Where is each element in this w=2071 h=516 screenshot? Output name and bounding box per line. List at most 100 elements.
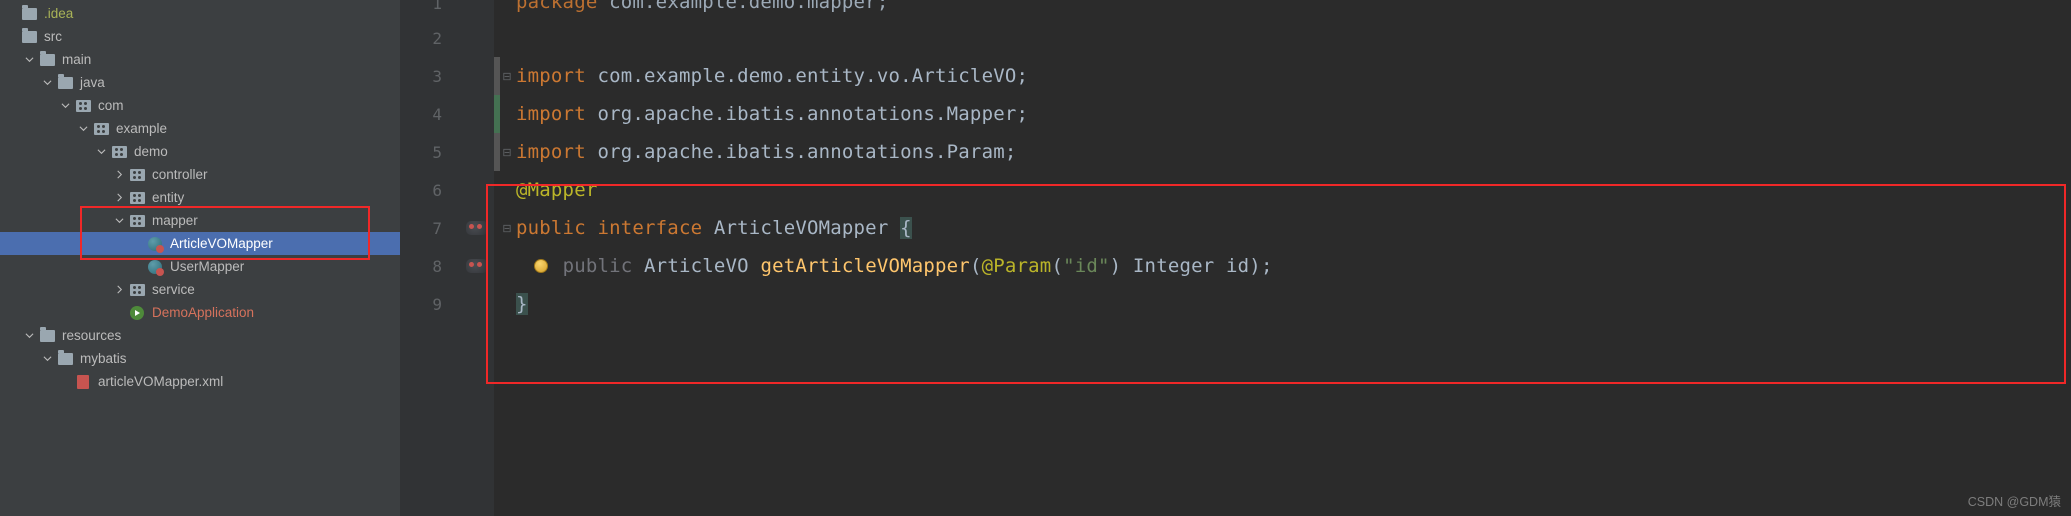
code-editor[interactable]: 123456789 ⊟ ⊟ ⊟ package com.example.demo.m… bbox=[400, 0, 2071, 516]
arrow-spacer bbox=[114, 308, 124, 318]
chevron-down-icon[interactable] bbox=[42, 78, 52, 88]
tree-item-demo[interactable]: demo bbox=[0, 140, 400, 163]
code-line[interactable]: public interface ArticleVOMapper { bbox=[514, 209, 2071, 247]
run-class-icon bbox=[128, 304, 146, 322]
tree-item-label: main bbox=[62, 52, 91, 67]
tree-item-articlevomapper-xml[interactable]: articleVOMapper.xml bbox=[0, 370, 400, 393]
tree-item-mybatis[interactable]: mybatis bbox=[0, 347, 400, 370]
code-token: @Param bbox=[982, 255, 1052, 277]
tree-item-usermapper[interactable]: UserMapper bbox=[0, 255, 400, 278]
code-token: import bbox=[516, 103, 597, 125]
tree-item-label: service bbox=[152, 282, 195, 297]
tree-item-label: demo bbox=[134, 144, 168, 159]
fold-toggle bbox=[500, 0, 514, 19]
tree-item--idea[interactable]: .idea bbox=[0, 2, 400, 25]
line-number: 7 bbox=[400, 209, 460, 247]
chevron-down-icon[interactable] bbox=[96, 147, 106, 157]
tree-item-label: mapper bbox=[152, 213, 198, 228]
code-token: import bbox=[516, 65, 597, 87]
tree-item-label: .idea bbox=[44, 6, 73, 21]
chevron-down-icon[interactable] bbox=[24, 331, 34, 341]
code-line[interactable]: } bbox=[514, 285, 2071, 323]
tree-item-label: mybatis bbox=[80, 351, 127, 366]
fold-toggle bbox=[500, 247, 514, 285]
code-line[interactable]: import org.apache.ibatis.annotations.Map… bbox=[514, 95, 2071, 133]
chevron-right-icon[interactable] bbox=[114, 170, 124, 180]
code-token: org.apache.ibatis.annotations.Mapper bbox=[597, 103, 1016, 125]
folder-icon bbox=[38, 51, 56, 69]
fold-gutter[interactable]: ⊟ ⊟ ⊟ bbox=[500, 0, 514, 516]
line-number: 4 bbox=[400, 95, 460, 133]
package-icon bbox=[92, 120, 110, 138]
code-line[interactable]: package com.example.demo.mapper; bbox=[514, 0, 2071, 19]
chevron-down-icon[interactable] bbox=[60, 101, 70, 111]
line-number-gutter: 123456789 bbox=[400, 0, 460, 516]
arrow-spacer bbox=[60, 377, 70, 387]
chevron-down-icon[interactable] bbox=[42, 354, 52, 364]
fold-toggle bbox=[500, 19, 514, 57]
code-line[interactable] bbox=[514, 19, 2071, 57]
folder-icon bbox=[56, 74, 74, 92]
arrow-spacer bbox=[132, 262, 142, 272]
code-line[interactable]: public ArticleVO getArticleVOMapper(@Par… bbox=[514, 247, 2071, 285]
code-token: ArticleVO bbox=[644, 255, 760, 277]
tree-item-label: com bbox=[98, 98, 124, 113]
tree-item-demoapplication[interactable]: DemoApplication bbox=[0, 301, 400, 324]
code-token: ( bbox=[1051, 255, 1063, 277]
tree-item-label: DemoApplication bbox=[152, 305, 254, 320]
line-number: 9 bbox=[400, 285, 460, 323]
tree-item-entity[interactable]: entity bbox=[0, 186, 400, 209]
code-token: ( bbox=[970, 255, 982, 277]
tree-item-label: ArticleVOMapper bbox=[170, 236, 273, 251]
folder-icon bbox=[56, 350, 74, 368]
line-number: 8 bbox=[400, 247, 460, 285]
tree-item-label: entity bbox=[152, 190, 184, 205]
chevron-right-icon[interactable] bbox=[114, 285, 124, 295]
tree-item-com[interactable]: com bbox=[0, 94, 400, 117]
intention-bulb-icon[interactable] bbox=[534, 259, 548, 273]
code-token: import bbox=[516, 141, 597, 163]
tree-item-service[interactable]: service bbox=[0, 278, 400, 301]
chevron-down-icon[interactable] bbox=[78, 124, 88, 134]
line-number: 5 bbox=[400, 133, 460, 171]
fold-toggle[interactable]: ⊟ bbox=[500, 209, 514, 247]
code-line[interactable]: @Mapper bbox=[514, 171, 2071, 209]
code-token: ; bbox=[1017, 65, 1029, 87]
tree-item-label: controller bbox=[152, 167, 208, 182]
chevron-down-icon[interactable] bbox=[24, 55, 34, 65]
code-token: ; bbox=[1017, 103, 1029, 125]
code-token: } bbox=[516, 293, 528, 315]
tree-item-main[interactable]: main bbox=[0, 48, 400, 71]
line-number: 6 bbox=[400, 171, 460, 209]
code-line[interactable]: import com.example.demo.entity.vo.Articl… bbox=[514, 57, 2071, 95]
tree-item-java[interactable]: java bbox=[0, 71, 400, 94]
code-token: public bbox=[563, 255, 644, 277]
tree-item-controller[interactable]: controller bbox=[0, 163, 400, 186]
tree-item-example[interactable]: example bbox=[0, 117, 400, 140]
project-tree[interactable]: .idea src main java com example demo controller… bbox=[0, 0, 400, 516]
code-line[interactable]: import org.apache.ibatis.annotations.Par… bbox=[514, 133, 2071, 171]
interface-icon bbox=[146, 258, 164, 276]
tree-item-articlevomapper[interactable]: ArticleVOMapper bbox=[0, 232, 400, 255]
fold-toggle bbox=[500, 285, 514, 323]
code-token: ; bbox=[1005, 141, 1017, 163]
mapper-icon[interactable] bbox=[466, 221, 488, 235]
xml-file-icon bbox=[74, 373, 92, 391]
tree-item-mapper[interactable]: mapper bbox=[0, 209, 400, 232]
mapper-icon[interactable] bbox=[466, 259, 488, 273]
tree-item-label: java bbox=[80, 75, 105, 90]
line-number: 1 bbox=[400, 0, 460, 19]
code-area[interactable]: package com.example.demo.mapper; import c… bbox=[514, 0, 2071, 516]
interface-icon bbox=[146, 235, 164, 253]
code-token: com.example.demo.mapper bbox=[609, 0, 877, 13]
tree-item-resources[interactable]: resources bbox=[0, 324, 400, 347]
code-token: @Mapper bbox=[516, 179, 597, 201]
chevron-right-icon[interactable] bbox=[114, 193, 124, 203]
arrow-spacer bbox=[6, 32, 16, 42]
tree-item-src[interactable]: src bbox=[0, 25, 400, 48]
arrow-spacer bbox=[132, 239, 142, 249]
fold-toggle[interactable]: ⊟ bbox=[500, 57, 514, 95]
tree-item-label: example bbox=[116, 121, 167, 136]
fold-toggle[interactable]: ⊟ bbox=[500, 133, 514, 171]
chevron-down-icon[interactable] bbox=[114, 216, 124, 226]
